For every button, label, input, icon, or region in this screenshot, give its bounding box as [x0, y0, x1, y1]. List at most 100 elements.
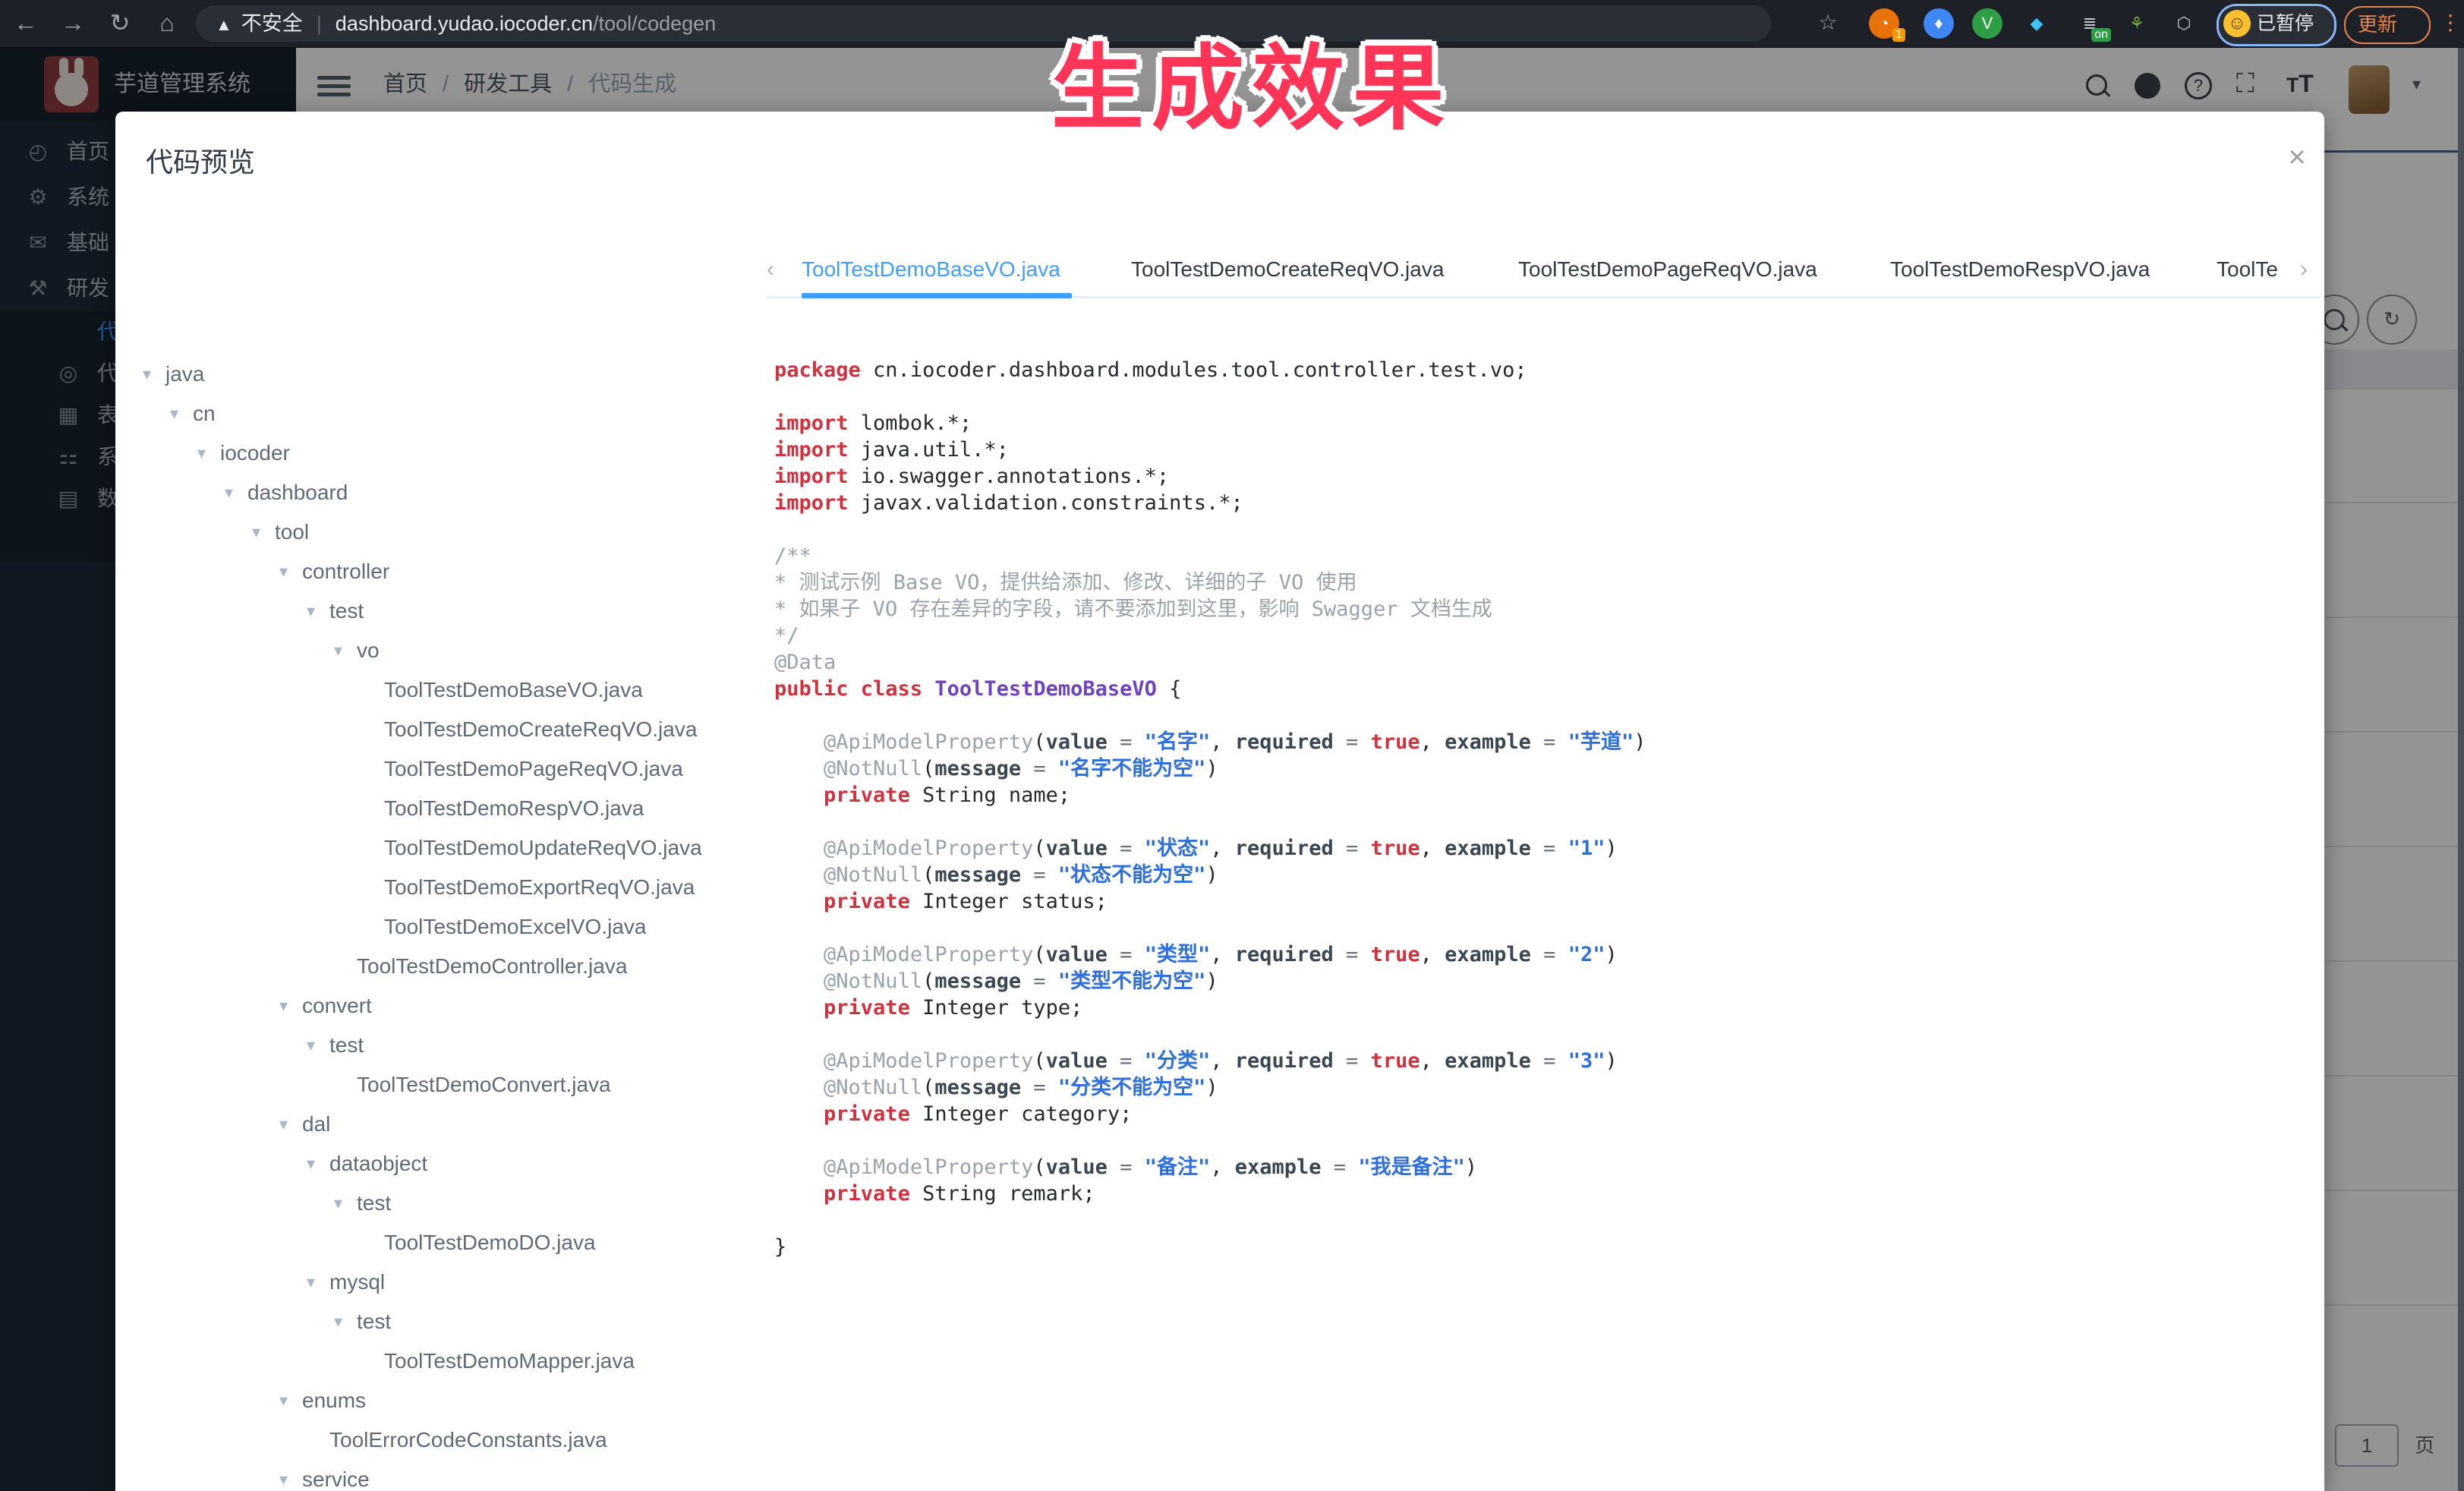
tree-node-file[interactable]: ToolErrorCodeConstants.java	[115, 1420, 768, 1460]
tree-node-dir[interactable]: ▾dataobject	[115, 1144, 768, 1184]
tree-node-file[interactable]: ToolTestDemoBaseVO.java	[115, 670, 768, 710]
tree-node-dir[interactable]: ▾test	[115, 1026, 768, 1065]
tab-toolte[interactable]: ToolTe	[2217, 251, 2278, 296]
tree-node-dir[interactable]: ▾java	[115, 355, 768, 394]
tree-node-file[interactable]: ToolTestDemoUpdateReqVO.java	[115, 828, 768, 868]
tree-node-dir[interactable]: ▾ enums	[115, 1381, 768, 1420]
ext-plant-icon[interactable]: ⚘	[2122, 8, 2152, 39]
tabs-scroll-right-icon[interactable]: ›	[2300, 251, 2308, 296]
tree-node-label: ToolErrorCodeConstants.java	[329, 1428, 607, 1452]
code-line: import lombok.*;	[774, 410, 2323, 437]
ext-badge: on	[2091, 28, 2111, 42]
security-label[interactable]: 不安全	[241, 12, 303, 35]
tree-node-dir[interactable]: ▾dashboard	[115, 473, 768, 512]
tree-node-file[interactable]: ToolTestDemoController.java	[115, 947, 768, 986]
tree-expand-icon[interactable]: ▾	[279, 552, 288, 591]
address-bar[interactable]: ▲不安全|dashboard.yudao.iocoder.cn/tool/cod…	[196, 5, 1771, 42]
tree-node-label: ToolTestDemoUpdateReqVO.java	[384, 836, 702, 859]
tree-expand-icon[interactable]: ▾	[334, 631, 342, 670]
tree-node-dir[interactable]: ▾vo	[115, 631, 768, 670]
tree-node-file[interactable]: ToolTestDemoExportReqVO.java	[115, 868, 768, 907]
tree-expand-icon[interactable]: ▾	[279, 1105, 288, 1144]
tree-expand-icon[interactable]: ▾	[307, 1262, 315, 1302]
tab-tooltestdemocreatereqvo-java[interactable]: ToolTestDemoCreateReqVO.java	[1131, 251, 1444, 296]
code-line	[774, 702, 2323, 729]
tree-node-dir[interactable]: ▾ convert	[115, 986, 768, 1026]
tab-tooltestdemobasevo-java[interactable]: ToolTestDemoBaseVO.java	[802, 251, 1060, 296]
code-line: @NotNull(message = "类型不能为空")	[774, 968, 2323, 995]
ext-green-icon[interactable]: V	[1972, 8, 2002, 39]
back-icon[interactable]: ←	[9, 0, 43, 47]
url-path: /tool/codegen	[593, 12, 716, 35]
ext-list-icon[interactable]: ≣on	[2075, 8, 2105, 39]
tree-expand-icon[interactable]: ▾	[143, 355, 151, 394]
tree-node-label: ToolTestDemoCreateReqVO.java	[384, 717, 697, 741]
tree-expand-icon[interactable]: ▾	[279, 986, 288, 1026]
close-icon[interactable]: ×	[2279, 139, 2315, 175]
code-line: private Integer type;	[774, 995, 2323, 1021]
tree-expand-icon[interactable]: ▾	[197, 433, 206, 473]
tree-expand-icon[interactable]: ▾	[170, 394, 178, 433]
ext-orange-icon[interactable]: ◔1	[1869, 8, 1899, 39]
tree-node-dir[interactable]: ▾ mysql	[115, 1262, 768, 1302]
code-line	[774, 1207, 2323, 1234]
tree-node-file[interactable]: ToolTestDemoRespVO.java	[115, 789, 768, 828]
profile-chip[interactable]: ☺已暂停	[2217, 4, 2336, 46]
tab-tooltestdemorespvo-java[interactable]: ToolTestDemoRespVO.java	[1890, 251, 2150, 296]
browser-menu-icon[interactable]: ⋮	[2440, 0, 2461, 47]
ext-puzzle-icon[interactable]: ⬡	[2169, 8, 2199, 39]
tree-node-label: test	[329, 599, 364, 623]
ext-diamond-icon[interactable]: ◆	[2021, 8, 2052, 39]
dialog-title: 代码预览	[146, 140, 255, 180]
home-icon[interactable]: ⌂	[150, 0, 184, 47]
tree-node-dir[interactable]: ▾test	[115, 1184, 768, 1223]
tree-node-file[interactable]: ToolTestDemoPageReqVO.java	[115, 749, 768, 789]
tabs-scroll-left-icon[interactable]: ‹	[767, 251, 774, 296]
code-line	[774, 915, 2323, 941]
tree-expand-icon[interactable]: ▾	[334, 1302, 342, 1341]
tree-expand-icon[interactable]: ▾	[225, 473, 233, 512]
tree-node-file[interactable]: ToolTestDemoDO.java	[115, 1223, 768, 1262]
code-view: package cn.iocoder.dashboard.modules.too…	[774, 357, 2323, 1488]
tree-node-file[interactable]: ToolTestDemoConvert.java	[115, 1065, 768, 1105]
tree-node-label: enums	[302, 1389, 366, 1412]
ext-drop-icon[interactable]: ♦	[1924, 8, 1954, 39]
reload-icon[interactable]: ↻	[103, 0, 137, 47]
tree-node-dir[interactable]: ▾service	[115, 1460, 768, 1491]
tree-node-dir[interactable]: ▾ test	[115, 591, 768, 631]
tree-node-dir[interactable]: ▾dal	[115, 1105, 768, 1144]
forward-icon[interactable]: →	[56, 0, 90, 47]
tree-expand-icon[interactable]: ▾	[307, 1026, 315, 1065]
tree-node-label: mysql	[329, 1270, 385, 1294]
code-line	[774, 1021, 2323, 1048]
tree-expand-icon[interactable]: ▾	[252, 512, 260, 552]
update-button[interactable]: 更新	[2344, 6, 2431, 44]
tree-node-dir[interactable]: ▾test	[115, 1302, 768, 1341]
tree-expand-icon[interactable]: ▾	[307, 1144, 315, 1184]
scrollbar[interactable]	[2458, 47, 2464, 1491]
code-line: private Integer category;	[774, 1101, 2323, 1127]
code-line: @ApiModelProperty(value = "状态", required…	[774, 835, 2323, 862]
tree-expand-icon[interactable]: ▾	[279, 1460, 288, 1491]
tree-expand-icon[interactable]: ▾	[334, 1184, 342, 1223]
tree-node-file[interactable]: ToolTestDemoMapper.java	[115, 1341, 768, 1381]
profile-emoji-icon: ☺	[2223, 10, 2251, 37]
tree-node-label: convert	[302, 994, 372, 1017]
bookmark-star-icon[interactable]: ☆	[1811, 0, 1845, 47]
code-line: @ApiModelProperty(value = "分类", required…	[774, 1048, 2323, 1074]
tree-node-dir[interactable]: ▾iocoder	[115, 433, 768, 473]
code-line	[774, 516, 2323, 543]
code-line: private String remark;	[774, 1181, 2323, 1207]
code-line: public class ToolTestDemoBaseVO {	[774, 676, 2323, 702]
tree-expand-icon[interactable]: ▾	[307, 591, 315, 631]
code-line: /**	[774, 543, 2323, 569]
code-line: @ApiModelProperty(value = "备注", example …	[774, 1154, 2323, 1181]
tree-node-dir[interactable]: ▾cn	[115, 394, 768, 433]
tree-node-dir[interactable]: ▾controller	[115, 552, 768, 591]
tree-node-file[interactable]: ToolTestDemoCreateReqVO.java	[115, 710, 768, 749]
code-line: @NotNull(message = "名字不能为空")	[774, 755, 2323, 782]
tree-node-file[interactable]: ToolTestDemoExcelVO.java	[115, 907, 768, 947]
tree-expand-icon[interactable]: ▾	[279, 1381, 288, 1420]
tab-tooltestdemopagereqvo-java[interactable]: ToolTestDemoPageReqVO.java	[1518, 251, 1817, 296]
tree-node-dir[interactable]: ▾tool	[115, 512, 768, 552]
